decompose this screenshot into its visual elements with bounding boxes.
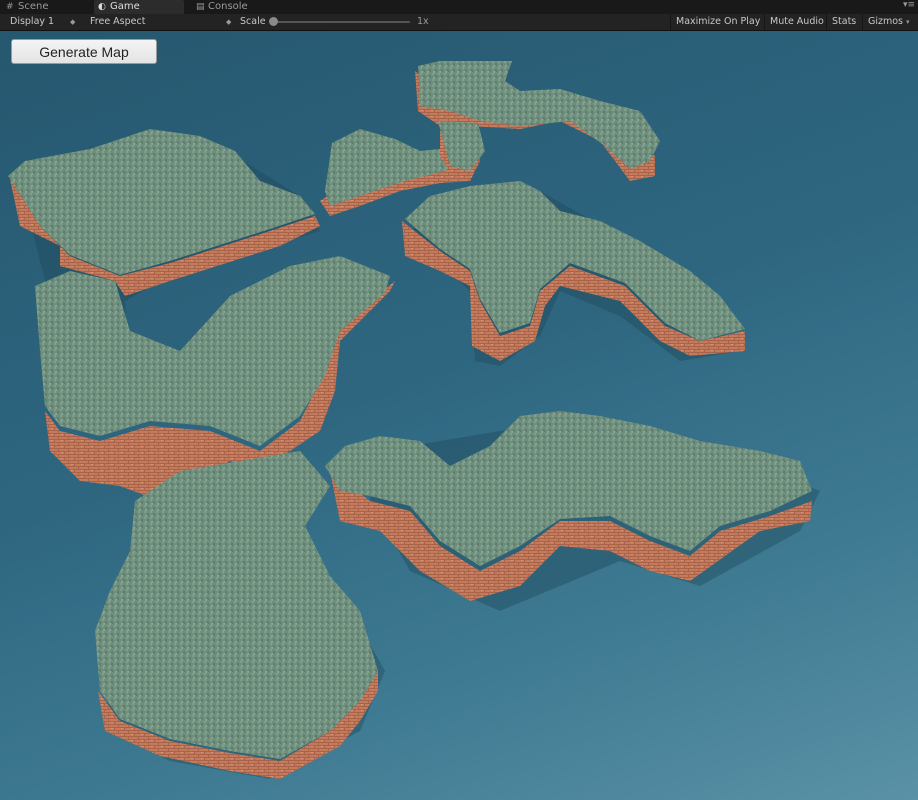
island-east-arc bbox=[402, 181, 745, 366]
scale-slider-track[interactable] bbox=[270, 21, 410, 23]
game-controller-icon: ◐ bbox=[98, 2, 106, 12]
mute-audio-toggle[interactable]: Mute Audio bbox=[764, 14, 829, 30]
tab-game-label: Game bbox=[110, 1, 140, 12]
scale-value: 1x bbox=[417, 16, 429, 27]
tab-console-label: Console bbox=[208, 1, 248, 12]
console-icon: ▤ bbox=[196, 2, 205, 12]
game-viewport[interactable]: Generate Map bbox=[0, 31, 918, 800]
display-dropdown-arrow-icon[interactable]: ◆ bbox=[70, 14, 75, 30]
tab-scene[interactable]: # Scene bbox=[2, 0, 90, 14]
generate-map-button[interactable]: Generate Map bbox=[11, 39, 157, 64]
tab-game[interactable]: ◐ Game bbox=[94, 0, 184, 14]
tab-console[interactable]: ▤ Console bbox=[192, 0, 288, 14]
scene-grid-icon: # bbox=[6, 2, 14, 12]
gizmos-dropdown-arrow-icon[interactable]: ▾ bbox=[906, 14, 910, 30]
aspect-dropdown[interactable]: Free Aspect bbox=[90, 14, 145, 30]
scale-slider-thumb[interactable] bbox=[269, 17, 278, 26]
maximize-on-play-toggle[interactable]: Maximize On Play bbox=[670, 14, 765, 30]
scale-label: Scale bbox=[240, 16, 266, 27]
tab-scene-label: Scene bbox=[18, 1, 49, 12]
island-southeast bbox=[325, 411, 820, 611]
tab-options-menu-icon[interactable]: ▾≡ bbox=[903, 0, 915, 10]
gizmos-toggle[interactable]: Gizmos bbox=[862, 14, 908, 30]
voxel-island-map bbox=[8, 61, 820, 779]
window-tab-bar: # Scene ◐ Game ▤ Console ▾≡ bbox=[0, 0, 918, 14]
aspect-dropdown-arrow-icon[interactable]: ◆ bbox=[226, 14, 231, 30]
display-dropdown[interactable]: Display 1 bbox=[10, 14, 54, 30]
stats-toggle[interactable]: Stats bbox=[826, 14, 861, 30]
game-view-toolbar: Display 1 ◆ Free Aspect ◆ Scale 1x Maxim… bbox=[0, 14, 918, 31]
